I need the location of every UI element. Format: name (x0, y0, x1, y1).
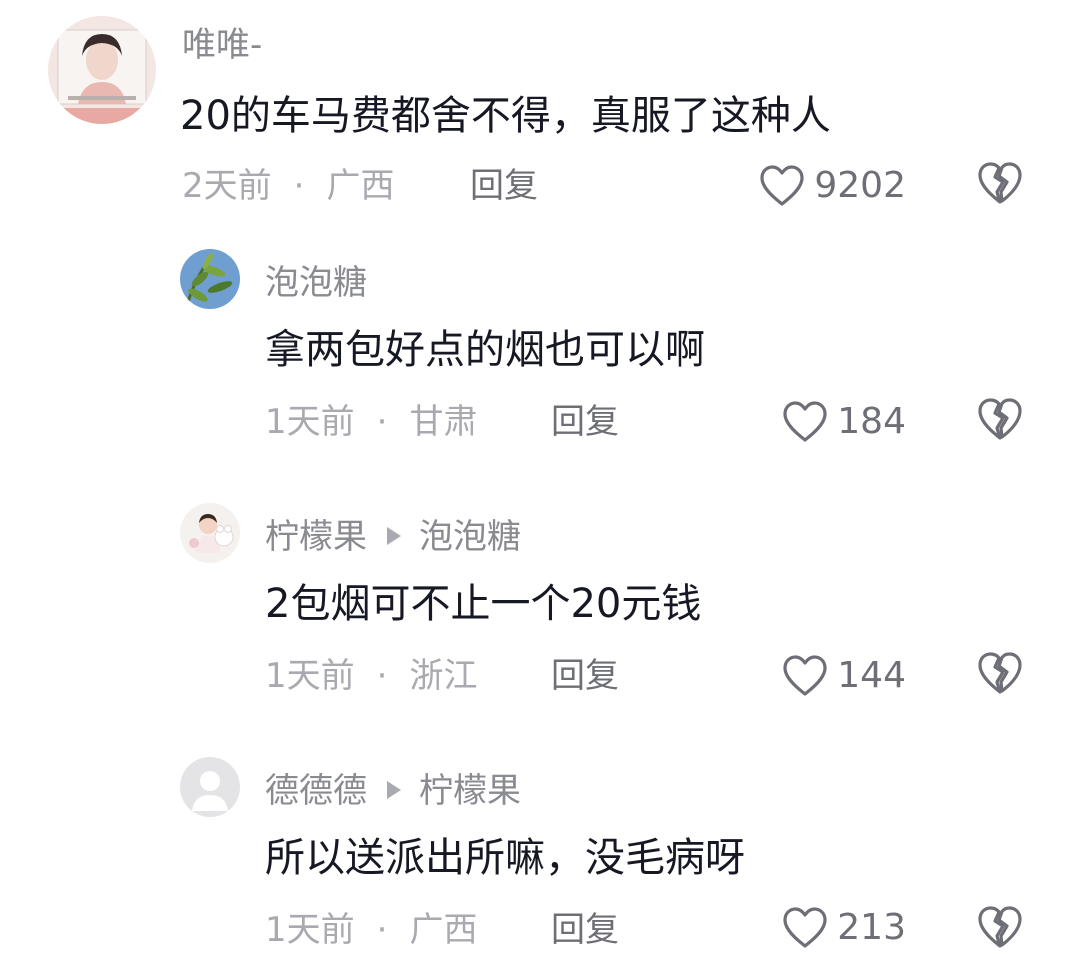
dislike-button[interactable] (976, 160, 1024, 206)
dislike-button[interactable] (976, 904, 1024, 950)
reply-to-username[interactable]: 柠檬果 (419, 771, 521, 811)
comment-location: 广西 (409, 910, 478, 950)
meta-separator: · (376, 910, 388, 950)
broken-heart-icon (978, 398, 1022, 440)
comment-meta: 1天前 · 甘肃 (265, 402, 477, 442)
comment-time: 1天前 (265, 910, 355, 950)
like-count: 213 (837, 907, 906, 948)
reply-item: 泡泡糖 拿两包好点的烟也可以啊 1天前 · 甘肃 回复 184 (0, 240, 1080, 480)
reply-button[interactable]: 回复 (551, 656, 619, 696)
comment-meta: 1天前 · 广西 (265, 910, 477, 950)
reply-button[interactable]: 回复 (551, 910, 619, 950)
avatar[interactable] (180, 249, 240, 309)
comment-time: 2天前 (182, 166, 272, 206)
broken-heart-icon (978, 652, 1022, 694)
comment-location: 广西 (326, 166, 395, 206)
meta-separator: · (376, 656, 388, 696)
heart-outline-icon (760, 165, 804, 206)
username-text: 德德德 (265, 771, 367, 811)
comment-username[interactable]: 泡泡糖 (265, 263, 367, 303)
like-button[interactable]: 144 (781, 652, 906, 700)
like-count: 9202 (814, 165, 906, 206)
username-text: 柠檬果 (265, 517, 367, 557)
comment-username[interactable]: 唯唯- (182, 25, 262, 65)
like-button[interactable]: 213 (781, 904, 906, 952)
username-text: 泡泡糖 (265, 263, 367, 303)
reply-button[interactable]: 回复 (470, 166, 538, 206)
username-text: 唯唯- (182, 25, 263, 65)
like-count: 144 (837, 655, 906, 696)
comment-location: 甘肃 (409, 402, 478, 442)
comment-item: 唯唯- 20的车马费都舍不得，真服了这种人 2天前 · 广西 回复 9202 (0, 0, 1080, 230)
heart-outline-icon (783, 401, 827, 442)
comment-meta: 1天前 · 浙江 (265, 656, 477, 696)
meta-separator: · (293, 166, 305, 206)
avatar-image (180, 503, 240, 563)
comment-time: 1天前 (265, 402, 355, 442)
comment-username[interactable]: 柠檬果 泡泡糖 (265, 517, 521, 557)
heart-outline-icon (783, 655, 827, 696)
comment-text: 20的车马费都舍不得，真服了这种人 (180, 93, 831, 139)
like-button[interactable]: 9202 (758, 162, 906, 210)
avatar-image (48, 16, 156, 124)
reply-item: 德德德 柠檬果 所以送派出所嘛，没毛病呀 1天前 · 广西 回复 213 (0, 748, 1080, 972)
broken-heart-icon (978, 906, 1022, 948)
reply-button[interactable]: 回复 (551, 402, 619, 442)
broken-heart-icon (978, 162, 1022, 204)
comment-location: 浙江 (409, 656, 478, 696)
comment-text: 所以送派出所嘛，没毛病呀 (265, 835, 745, 881)
heart-outline-icon (783, 907, 827, 948)
meta-separator: · (376, 402, 388, 442)
reply-to-username[interactable]: 泡泡糖 (419, 517, 521, 557)
comment-time: 1天前 (265, 656, 355, 696)
comment-username[interactable]: 德德德 柠檬果 (265, 771, 521, 811)
like-button[interactable]: 184 (781, 398, 906, 446)
reply-item: 柠檬果 泡泡糖 2包烟可不止一个20元钱 1天前 · 浙江 回复 144 (0, 494, 1080, 734)
comment-text: 拿两包好点的烟也可以啊 (265, 327, 705, 373)
triangle-right-icon (387, 527, 401, 545)
triangle-right-icon (387, 781, 401, 799)
comment-text: 2包烟可不止一个20元钱 (265, 581, 702, 627)
avatar[interactable] (180, 503, 240, 563)
dislike-button[interactable] (976, 650, 1024, 696)
dislike-button[interactable] (976, 396, 1024, 442)
comment-meta: 2天前 · 广西 (182, 166, 394, 206)
avatar[interactable] (48, 16, 156, 124)
avatar[interactable] (180, 757, 240, 817)
avatar-image (180, 249, 240, 309)
like-count: 184 (837, 401, 906, 442)
default-avatar-icon (180, 757, 240, 817)
